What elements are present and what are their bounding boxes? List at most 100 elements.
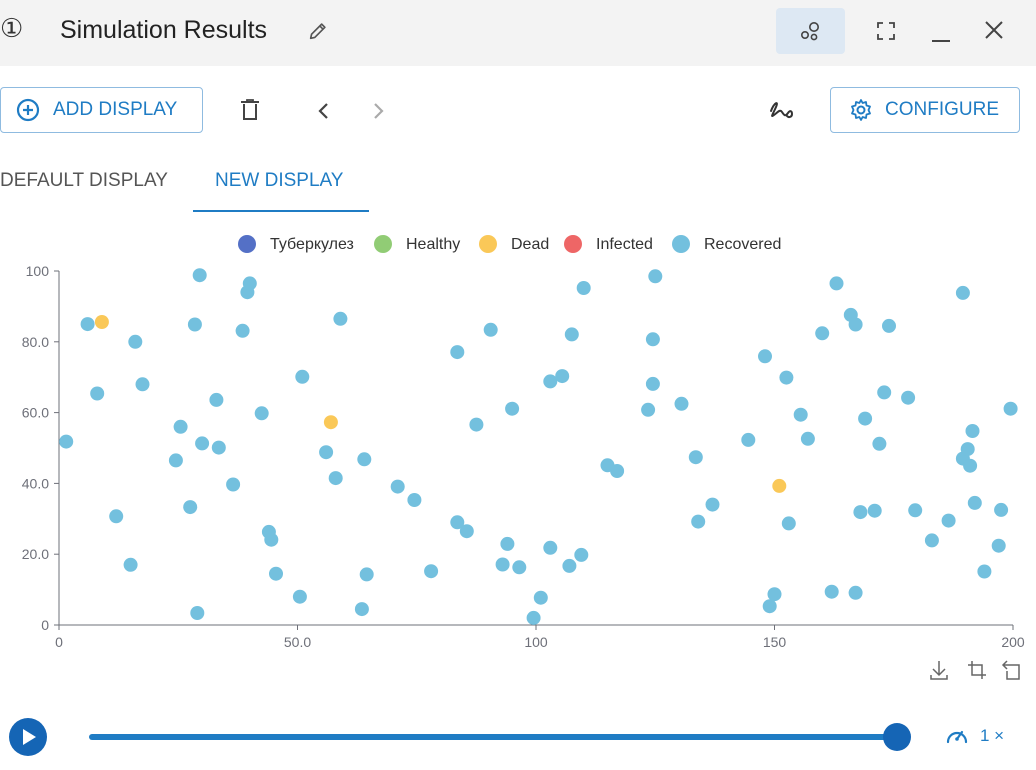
x-tick-label: 100 xyxy=(524,634,548,650)
restore-icon[interactable] xyxy=(1001,659,1023,681)
data-point xyxy=(965,424,980,438)
data-point xyxy=(90,386,105,401)
data-point xyxy=(648,269,663,284)
tab-default-display[interactable]: DEFAULT DISPLAY xyxy=(0,170,168,192)
data-point xyxy=(960,442,975,457)
data-point xyxy=(772,478,787,493)
data-point xyxy=(187,317,202,332)
legend-label: Healthy xyxy=(406,236,460,253)
data-point xyxy=(323,415,338,430)
data-point xyxy=(815,326,830,341)
data-point xyxy=(741,432,756,447)
data-point xyxy=(533,590,548,605)
data-point xyxy=(705,497,720,512)
scatter-chart: Туберкулез Healthy Dead Infected Recovered 0… xyxy=(22,235,1025,650)
legend-label: Infected xyxy=(596,236,653,253)
signature-icon[interactable] xyxy=(768,97,796,123)
data-point xyxy=(641,402,656,417)
data-point xyxy=(407,493,422,507)
data-point xyxy=(762,599,777,614)
legend-item[interactable]: Dead xyxy=(479,235,549,253)
data-point xyxy=(848,585,863,600)
data-point xyxy=(610,464,625,478)
data-point xyxy=(235,323,250,338)
data-point xyxy=(543,540,558,555)
visualization-icon xyxy=(800,22,819,41)
data-point xyxy=(109,509,124,524)
data-point xyxy=(135,377,150,392)
legend-item[interactable]: Infected xyxy=(564,235,653,253)
timeline-slider-handle[interactable] xyxy=(883,723,911,751)
legend-label: Туберкулез xyxy=(270,236,354,253)
data-point xyxy=(269,566,283,581)
download-icon[interactable] xyxy=(929,659,949,681)
data-point xyxy=(209,392,224,407)
data-point xyxy=(963,458,978,473)
data-point xyxy=(824,584,839,599)
configure-button[interactable]: CONFIGURE xyxy=(830,87,1020,133)
gear-icon xyxy=(851,99,871,121)
data-point xyxy=(829,276,844,291)
data-point xyxy=(328,471,343,486)
data-point xyxy=(242,276,257,291)
minimize-icon[interactable] xyxy=(930,28,952,44)
data-point xyxy=(882,318,896,333)
speedometer-icon xyxy=(946,730,968,744)
data-point xyxy=(645,332,660,347)
data-point xyxy=(564,327,579,342)
data-point xyxy=(211,440,226,455)
x-tick-label: 50.0 xyxy=(284,634,311,650)
data-point xyxy=(80,317,95,332)
close-icon[interactable] xyxy=(983,19,1005,41)
data-point xyxy=(512,560,527,575)
data-point xyxy=(994,502,1009,517)
data-point xyxy=(924,533,939,548)
legend-item[interactable]: Туберкулез xyxy=(238,235,354,253)
data-point xyxy=(505,401,520,416)
legend-item[interactable]: Recovered xyxy=(672,235,781,253)
speed-control[interactable]: 1 × xyxy=(944,725,1004,747)
add-circle-icon xyxy=(16,98,40,122)
chart-legend: Туберкулез Healthy Dead Infected Recovered xyxy=(238,235,781,253)
chevron-right-icon[interactable] xyxy=(370,101,386,121)
data-point xyxy=(758,349,772,364)
tab-new-display[interactable]: NEW DISPLAY xyxy=(215,170,343,192)
add-display-button[interactable]: ADD DISPLAY xyxy=(0,87,203,133)
data-point xyxy=(450,345,465,360)
data-point xyxy=(195,436,210,451)
legend-marker xyxy=(672,235,690,253)
data-point xyxy=(354,602,369,617)
legend-label: Recovered xyxy=(704,236,781,253)
y-tick-label: 100 xyxy=(26,263,50,279)
legend-marker xyxy=(238,235,256,253)
data-point xyxy=(319,445,334,460)
data-point xyxy=(858,411,873,426)
edit-icon[interactable] xyxy=(307,20,329,42)
data-point xyxy=(123,557,138,572)
timeline-slider[interactable] xyxy=(89,734,905,740)
data-point xyxy=(877,385,892,400)
data-point xyxy=(574,547,589,562)
active-tab-indicator xyxy=(193,210,369,212)
data-point xyxy=(967,495,982,510)
data-point xyxy=(848,317,863,332)
y-tick-label: 40.0 xyxy=(22,475,49,491)
data-point xyxy=(800,431,815,446)
data-point xyxy=(254,406,269,421)
legend-item[interactable]: Healthy xyxy=(374,235,460,253)
visualization-button[interactable] xyxy=(776,8,845,54)
play-button[interactable] xyxy=(9,718,47,756)
data-point xyxy=(908,503,923,518)
y-tick-label: 60.0 xyxy=(22,405,49,421)
data-point xyxy=(853,505,868,520)
data-point xyxy=(793,407,808,422)
delete-icon[interactable] xyxy=(239,98,261,122)
legend-marker xyxy=(564,235,582,253)
zoom-icon[interactable] xyxy=(966,659,988,681)
data-point xyxy=(941,513,956,528)
fullscreen-icon[interactable] xyxy=(876,21,896,41)
chevron-left-icon[interactable] xyxy=(316,101,332,121)
speed-label: 1 × xyxy=(980,726,1005,745)
data-point xyxy=(991,538,1006,553)
data-point xyxy=(183,500,198,515)
